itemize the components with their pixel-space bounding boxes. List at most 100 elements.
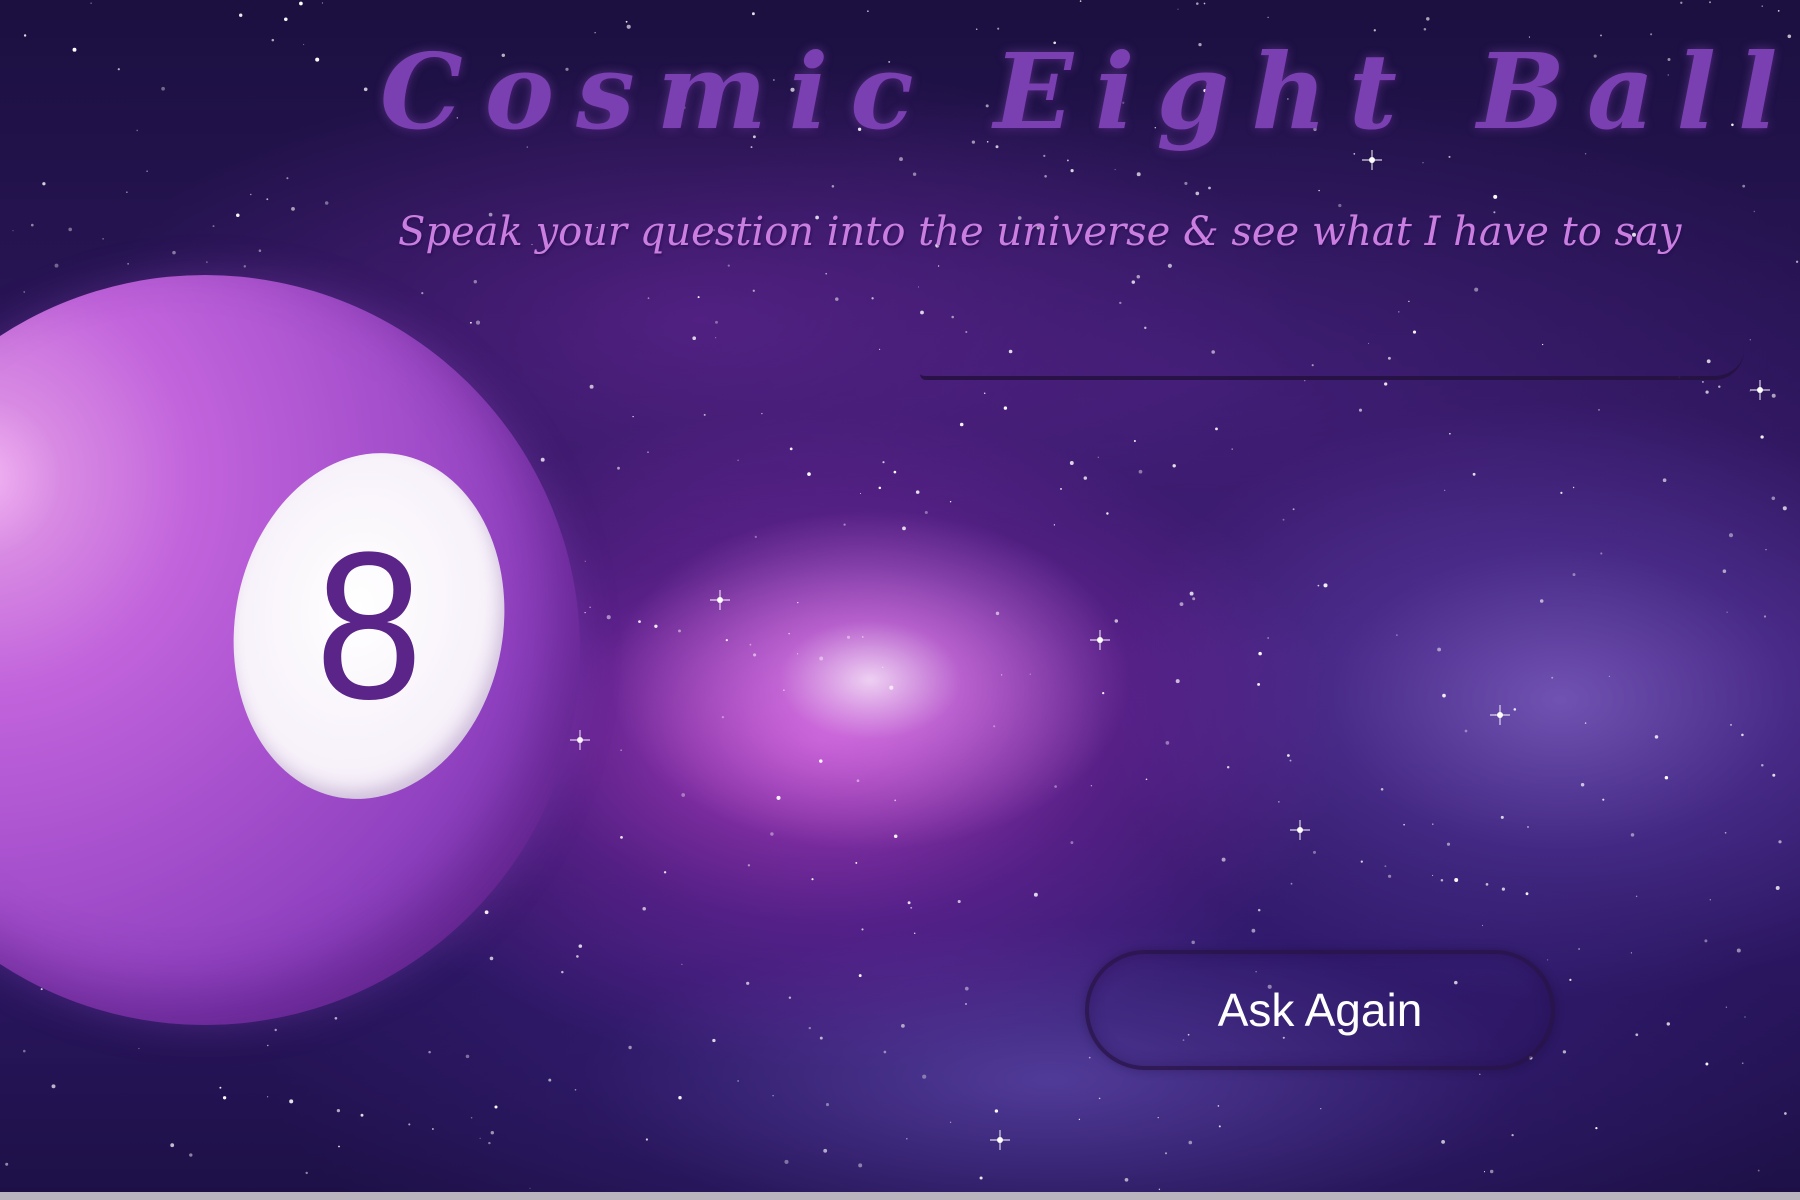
star xyxy=(1513,708,1517,711)
ask-again-button[interactable]: Ask Again xyxy=(1085,950,1555,1070)
star xyxy=(1221,857,1226,862)
star xyxy=(1481,924,1484,927)
star xyxy=(620,749,622,751)
star xyxy=(1251,928,1256,933)
star xyxy=(951,315,954,319)
star xyxy=(1432,823,1434,825)
star xyxy=(1701,380,1704,383)
star xyxy=(1584,722,1587,724)
star xyxy=(494,1105,498,1109)
star xyxy=(882,461,885,464)
star xyxy=(715,320,718,324)
star xyxy=(428,1050,431,1054)
star xyxy=(1595,1126,1598,1130)
star xyxy=(1396,634,1398,636)
star xyxy=(1464,729,1468,733)
star xyxy=(529,1187,531,1189)
star xyxy=(1408,300,1410,303)
star xyxy=(1705,390,1709,394)
star xyxy=(315,57,320,62)
star xyxy=(1208,186,1211,190)
star xyxy=(1635,895,1638,898)
star xyxy=(761,412,763,415)
star xyxy=(1102,691,1105,695)
star xyxy=(878,486,882,490)
star xyxy=(1189,591,1194,596)
star xyxy=(994,1109,999,1113)
star xyxy=(1053,524,1056,526)
star xyxy=(914,932,916,934)
star xyxy=(737,1080,739,1082)
star xyxy=(136,129,138,132)
star xyxy=(856,779,860,783)
star xyxy=(1511,1133,1514,1137)
star xyxy=(1442,693,1446,698)
star xyxy=(620,836,623,839)
star xyxy=(1772,773,1776,777)
star xyxy=(1157,1116,1159,1119)
star xyxy=(1172,464,1176,468)
star xyxy=(1267,637,1269,639)
star xyxy=(1726,611,1728,613)
star xyxy=(1635,1033,1639,1037)
star xyxy=(236,213,240,218)
star xyxy=(12,230,14,232)
star xyxy=(1483,1171,1486,1173)
star xyxy=(360,1113,364,1117)
star xyxy=(819,759,823,763)
star xyxy=(1257,682,1261,686)
star xyxy=(489,956,494,961)
star xyxy=(222,1096,227,1100)
star xyxy=(363,87,368,92)
star xyxy=(305,1171,308,1175)
star xyxy=(1763,615,1767,618)
star xyxy=(1630,833,1635,837)
star xyxy=(1664,775,1669,780)
star xyxy=(957,899,961,904)
star xyxy=(1448,155,1451,158)
star xyxy=(490,1131,494,1135)
eight-ball[interactable]: 8 xyxy=(0,275,580,1025)
star xyxy=(1501,887,1505,891)
star xyxy=(324,201,329,205)
question-input[interactable] xyxy=(920,330,1744,380)
star xyxy=(1422,161,1424,164)
star xyxy=(1136,172,1141,177)
star xyxy=(1119,301,1122,305)
star xyxy=(902,526,906,531)
star xyxy=(831,185,835,188)
star xyxy=(819,656,824,661)
star xyxy=(1736,948,1741,953)
star xyxy=(1066,159,1069,162)
star xyxy=(1282,518,1285,521)
star xyxy=(1114,619,1119,623)
star xyxy=(1432,874,1434,876)
star xyxy=(334,1016,338,1020)
star xyxy=(1572,573,1576,577)
star xyxy=(861,928,864,931)
star xyxy=(1175,679,1180,684)
star xyxy=(548,1078,552,1082)
star xyxy=(1136,275,1141,279)
star xyxy=(117,68,120,71)
star xyxy=(1741,733,1744,737)
star xyxy=(267,1096,269,1098)
star xyxy=(267,1044,269,1047)
star xyxy=(783,689,785,691)
star xyxy=(843,523,846,526)
star xyxy=(540,457,545,462)
star xyxy=(172,250,176,255)
star xyxy=(475,320,481,325)
star xyxy=(1602,798,1605,801)
star xyxy=(692,336,697,341)
bright-star xyxy=(990,1130,1010,1150)
star xyxy=(1705,1062,1709,1066)
bright-star xyxy=(1490,705,1510,725)
star xyxy=(1782,506,1787,511)
star xyxy=(859,492,862,495)
bright-star xyxy=(1290,820,1310,840)
star xyxy=(1320,1108,1322,1110)
star xyxy=(776,795,781,800)
star xyxy=(5,1162,9,1166)
page-title: Cosmic Eight Ball xyxy=(380,30,1800,153)
